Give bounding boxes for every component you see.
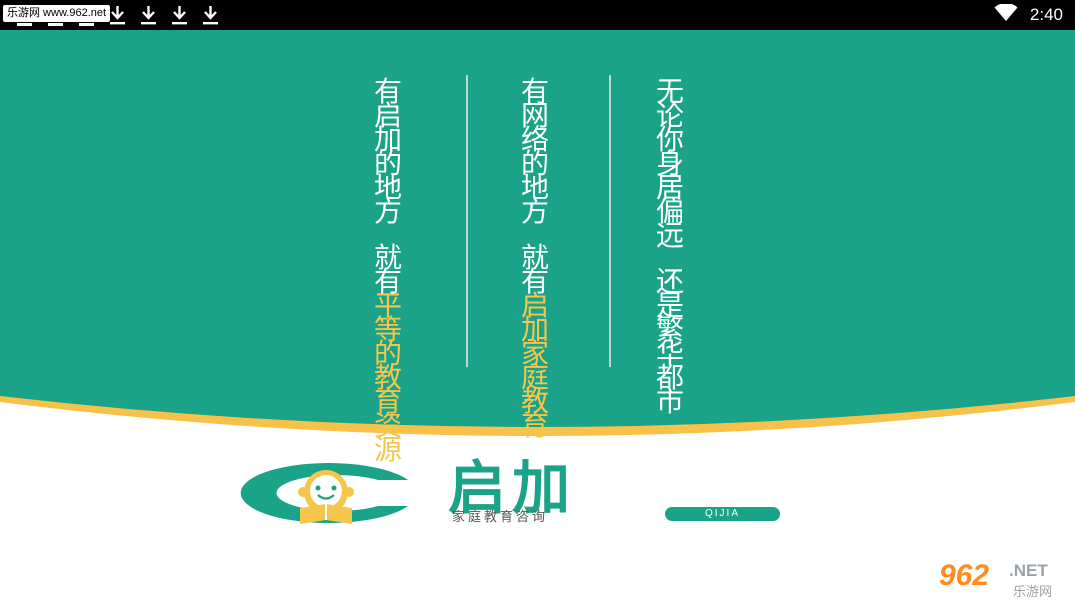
slogan-line-highlight: 启加家庭教育 (520, 289, 549, 442)
logo-pill: QIJIA (665, 507, 780, 521)
status-right: 2:40 (994, 0, 1063, 30)
slogan-columns: 有启加的地方 就有 平等的教育资源 有网络的地方 就有 启加家庭教育 无论你身居… (0, 30, 1075, 464)
status-time: 2:40 (1029, 5, 1063, 24)
slogan-line-highlight: 平等的教育资源 (373, 289, 402, 466)
column-divider (609, 75, 611, 367)
site-watermark: 962 .NET 乐游网 (939, 559, 1069, 600)
download-icon (169, 4, 190, 26)
wifi-icon (994, 3, 1018, 26)
slogan-column-2: 有网络的地方 就有 启加家庭教育 (505, 75, 565, 442)
download-icon (107, 4, 128, 26)
column-divider (466, 75, 468, 367)
slogan-column-3: 无论你身居偏远 还是繁华都市 (640, 75, 700, 418)
watermark-tag: 乐游网 www.962.net (3, 5, 111, 22)
watermark-number: 962 (939, 559, 990, 592)
slogan-line-plain: 就有 (520, 241, 549, 298)
slogan-line-plain: 还是繁华都市 (655, 265, 684, 418)
slogan-line: 有启加的地方 (373, 75, 402, 228)
slogan-line-plain: 就有 (373, 241, 402, 298)
logo-subtitle: 家庭教育咨询 (452, 510, 549, 525)
status-bar: 乐游网 www.962.net 2:40 (0, 0, 1075, 30)
slogan-line: 无论你身居偏远 (655, 75, 684, 252)
download-icon (200, 4, 221, 26)
watermark-suffix: .NET (1009, 561, 1048, 580)
download-icon (138, 4, 159, 26)
slogan-line: 有网络的地方 (520, 75, 549, 228)
slogan-column-1: 有启加的地方 就有 平等的教育资源 (358, 75, 418, 466)
app-screen: 乐游网 www.962.net 2:40 有启加的地方 就有 平等的教育资源 有… (0, 0, 1075, 605)
watermark-cn: 乐游网 (1013, 585, 1053, 600)
